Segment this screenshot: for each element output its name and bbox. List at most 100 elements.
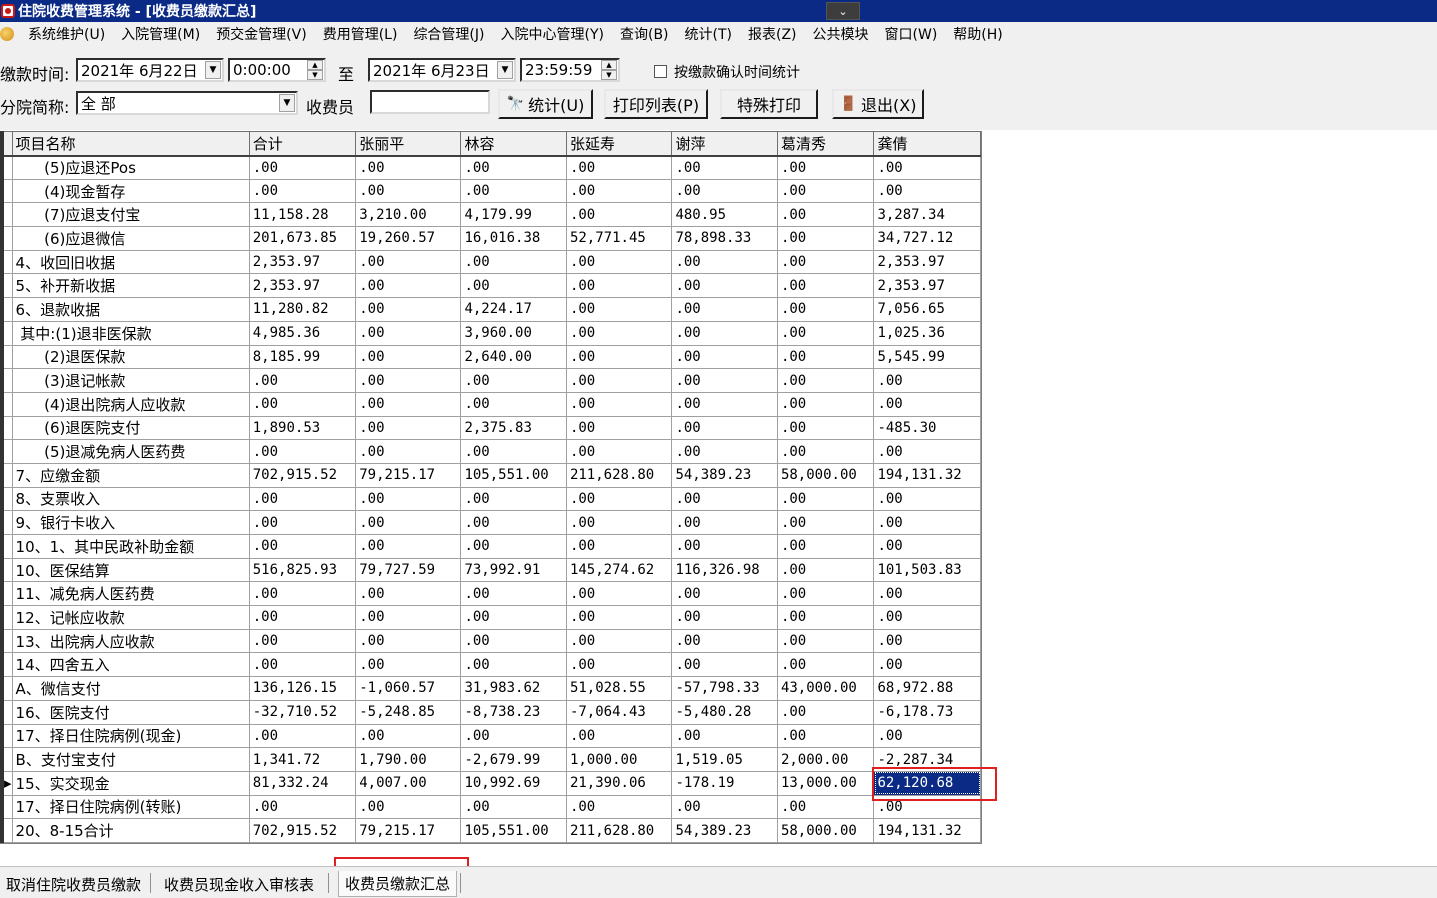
table-row[interactable]: (5)退减免病人医药费 .00.00.00.00.00.00.00	[0, 439, 981, 464]
amount-cell[interactable]: 2,353.97	[248, 249, 357, 275]
amount-cell[interactable]: .00	[460, 273, 567, 299]
amount-cell[interactable]: 3,210.00	[355, 202, 462, 228]
menu-app-icon[interactable]	[0, 27, 14, 41]
amount-cell[interactable]: 702,915.52	[248, 818, 357, 843]
amount-cell[interactable]: 51,028.55	[565, 676, 673, 701]
amount-cell[interactable]: .00	[776, 273, 875, 299]
amount-cell[interactable]: 7,056.65	[873, 297, 981, 322]
amount-cell[interactable]: 19,260.57	[355, 226, 462, 251]
item-name-cell[interactable]: (2)退医保款	[11, 344, 250, 370]
amount-cell[interactable]: .00	[671, 249, 778, 275]
amount-cell[interactable]: .00	[565, 368, 673, 393]
item-name-cell[interactable]: 13、出院病人应收款	[11, 628, 250, 654]
amount-cell[interactable]: 81,332.24	[248, 770, 357, 796]
column-header[interactable]: 合计	[248, 131, 357, 157]
table-row[interactable]: 16、医院支付 -32,710.52 -5,248.85 -8,738.23 -7,06…	[0, 699, 981, 725]
menu-window[interactable]: 窗口(W)	[877, 24, 946, 44]
amount-cell[interactable]: 1,890.53	[248, 415, 357, 441]
amount-cell[interactable]: -2,287.34	[873, 747, 981, 772]
row-indicator[interactable]	[0, 462, 13, 488]
amount-cell[interactable]: .00	[565, 391, 673, 417]
amount-cell[interactable]: .00	[873, 439, 981, 464]
amount-cell[interactable]: .00	[671, 320, 778, 346]
amount-cell[interactable]: .00	[671, 486, 778, 512]
item-name-cell[interactable]: 16、医院支付	[11, 699, 250, 725]
amount-cell[interactable]: 194,131.32	[873, 462, 981, 488]
table-row[interactable]: B、支付宝支付 1,341.72 1,790.00 -2,679.99 1,000.00…	[0, 747, 981, 772]
amount-cell[interactable]: 702,915.52	[248, 462, 357, 488]
item-name-cell[interactable]: B、支付宝支付	[11, 747, 250, 772]
row-indicator[interactable]	[0, 486, 13, 512]
amount-cell[interactable]: -5,480.28	[671, 699, 778, 725]
amount-cell[interactable]: .00	[671, 273, 778, 299]
start-time-field[interactable]: 0:00:00 ▲ ▼	[228, 58, 326, 82]
row-indicator[interactable]	[0, 415, 13, 441]
item-name-cell[interactable]: (4)现金暂存	[11, 178, 250, 204]
amount-cell[interactable]: 145,274.62	[565, 557, 673, 583]
column-header[interactable]: 谢萍	[671, 131, 778, 157]
item-name-cell[interactable]: (6)应退微信	[11, 226, 250, 251]
amount-cell[interactable]: .00	[248, 652, 357, 678]
item-name-cell[interactable]: (4)退出院病人应收款	[11, 391, 250, 417]
amount-cell[interactable]: .00	[248, 794, 357, 820]
amount-cell[interactable]: .00	[460, 794, 567, 820]
amount-cell[interactable]: .00	[565, 628, 673, 654]
amount-cell[interactable]: .00	[776, 628, 875, 654]
amount-cell[interactable]: 62,120.68	[873, 770, 981, 796]
row-indicator[interactable]	[0, 818, 13, 843]
item-name-cell[interactable]: 15、实交现金	[11, 770, 250, 796]
menu-deposit[interactable]: 预交金管理(V)	[208, 24, 315, 44]
table-row[interactable]: ▸ 15、实交现金 81,332.24 4,007.00 10,992.69 21,390…	[0, 770, 981, 796]
table-row[interactable]: 17、择日住院病例(现金) .00.00.00.00.00.00.00	[0, 723, 981, 749]
confirm-time-checkbox[interactable]	[654, 65, 667, 78]
amount-cell[interactable]: .00	[873, 368, 981, 393]
menu-admission-center[interactable]: 入院中心管理(Y)	[493, 24, 612, 44]
amount-cell[interactable]: 4,224.17	[460, 297, 567, 322]
table-row[interactable]: 8、支票收入 .00.00.00.00.00.00.00	[0, 486, 981, 512]
amount-cell[interactable]: -485.30	[873, 415, 981, 441]
table-row[interactable]: (4)退出院病人应收款 .00.00.00.00.00.00.00	[0, 391, 981, 417]
amount-cell[interactable]: .00	[565, 344, 673, 370]
amount-cell[interactable]: .00	[460, 249, 567, 275]
table-row[interactable]: 11、减免病人医药费 .00.00.00.00.00.00.00	[0, 581, 981, 607]
amount-cell[interactable]: 2,000.00	[776, 747, 875, 772]
table-row[interactable]: 4、收回旧收据 2,353.97.00.00.00.00.00 2,353.97	[0, 249, 981, 275]
amount-cell[interactable]: .00	[671, 178, 778, 204]
amount-cell[interactable]: .00	[460, 368, 567, 393]
chevron-down-icon[interactable]: ⌄	[826, 2, 860, 20]
amount-cell[interactable]: .00	[873, 486, 981, 512]
amount-cell[interactable]: .00	[671, 344, 778, 370]
amount-cell[interactable]: .00	[460, 178, 567, 204]
amount-cell[interactable]: 1,519.05	[671, 747, 778, 772]
amount-cell[interactable]: .00	[671, 415, 778, 441]
item-name-cell[interactable]: 11、减免病人医药费	[11, 581, 250, 607]
row-indicator[interactable]	[0, 510, 13, 535]
amount-cell[interactable]: .00	[873, 391, 981, 417]
amount-cell[interactable]: .00	[565, 415, 673, 441]
amount-cell[interactable]: .00	[248, 178, 357, 204]
item-name-cell[interactable]: (6)退医院支付	[11, 415, 250, 441]
amount-cell[interactable]: .00	[873, 155, 981, 180]
item-name-cell[interactable]: 20、8-15合计	[11, 818, 250, 843]
amount-cell[interactable]: 1,025.36	[873, 320, 981, 346]
amount-cell[interactable]: 11,280.82	[248, 297, 357, 322]
amount-cell[interactable]: .00	[873, 510, 981, 535]
amount-cell[interactable]: 11,158.28	[248, 202, 357, 228]
amount-cell[interactable]: 79,215.17	[355, 462, 462, 488]
column-header[interactable]: 张丽平	[355, 131, 462, 157]
amount-cell[interactable]: .00	[671, 297, 778, 322]
amount-cell[interactable]: .00	[776, 368, 875, 393]
amount-cell[interactable]: .00	[355, 178, 462, 204]
item-name-cell[interactable]: (7)应退支付宝	[11, 202, 250, 228]
table-row[interactable]: 13、出院病人应收款 .00.00.00.00.00.00.00	[0, 628, 981, 654]
amount-cell[interactable]: .00	[873, 628, 981, 654]
end-time-spinner[interactable]: ▲ ▼	[601, 60, 617, 80]
amount-cell[interactable]: .00	[671, 794, 778, 820]
table-row[interactable]: 7、应缴金额 702,915.52 79,215.17 105,551.00 211,6…	[0, 462, 981, 488]
amount-cell[interactable]: .00	[355, 486, 462, 512]
amount-cell[interactable]: -178.19	[671, 770, 778, 796]
amount-cell[interactable]: .00	[873, 794, 981, 820]
amount-cell[interactable]: .00	[671, 534, 778, 559]
amount-cell[interactable]: .00	[460, 652, 567, 678]
amount-cell[interactable]: -57,798.33	[671, 676, 778, 701]
